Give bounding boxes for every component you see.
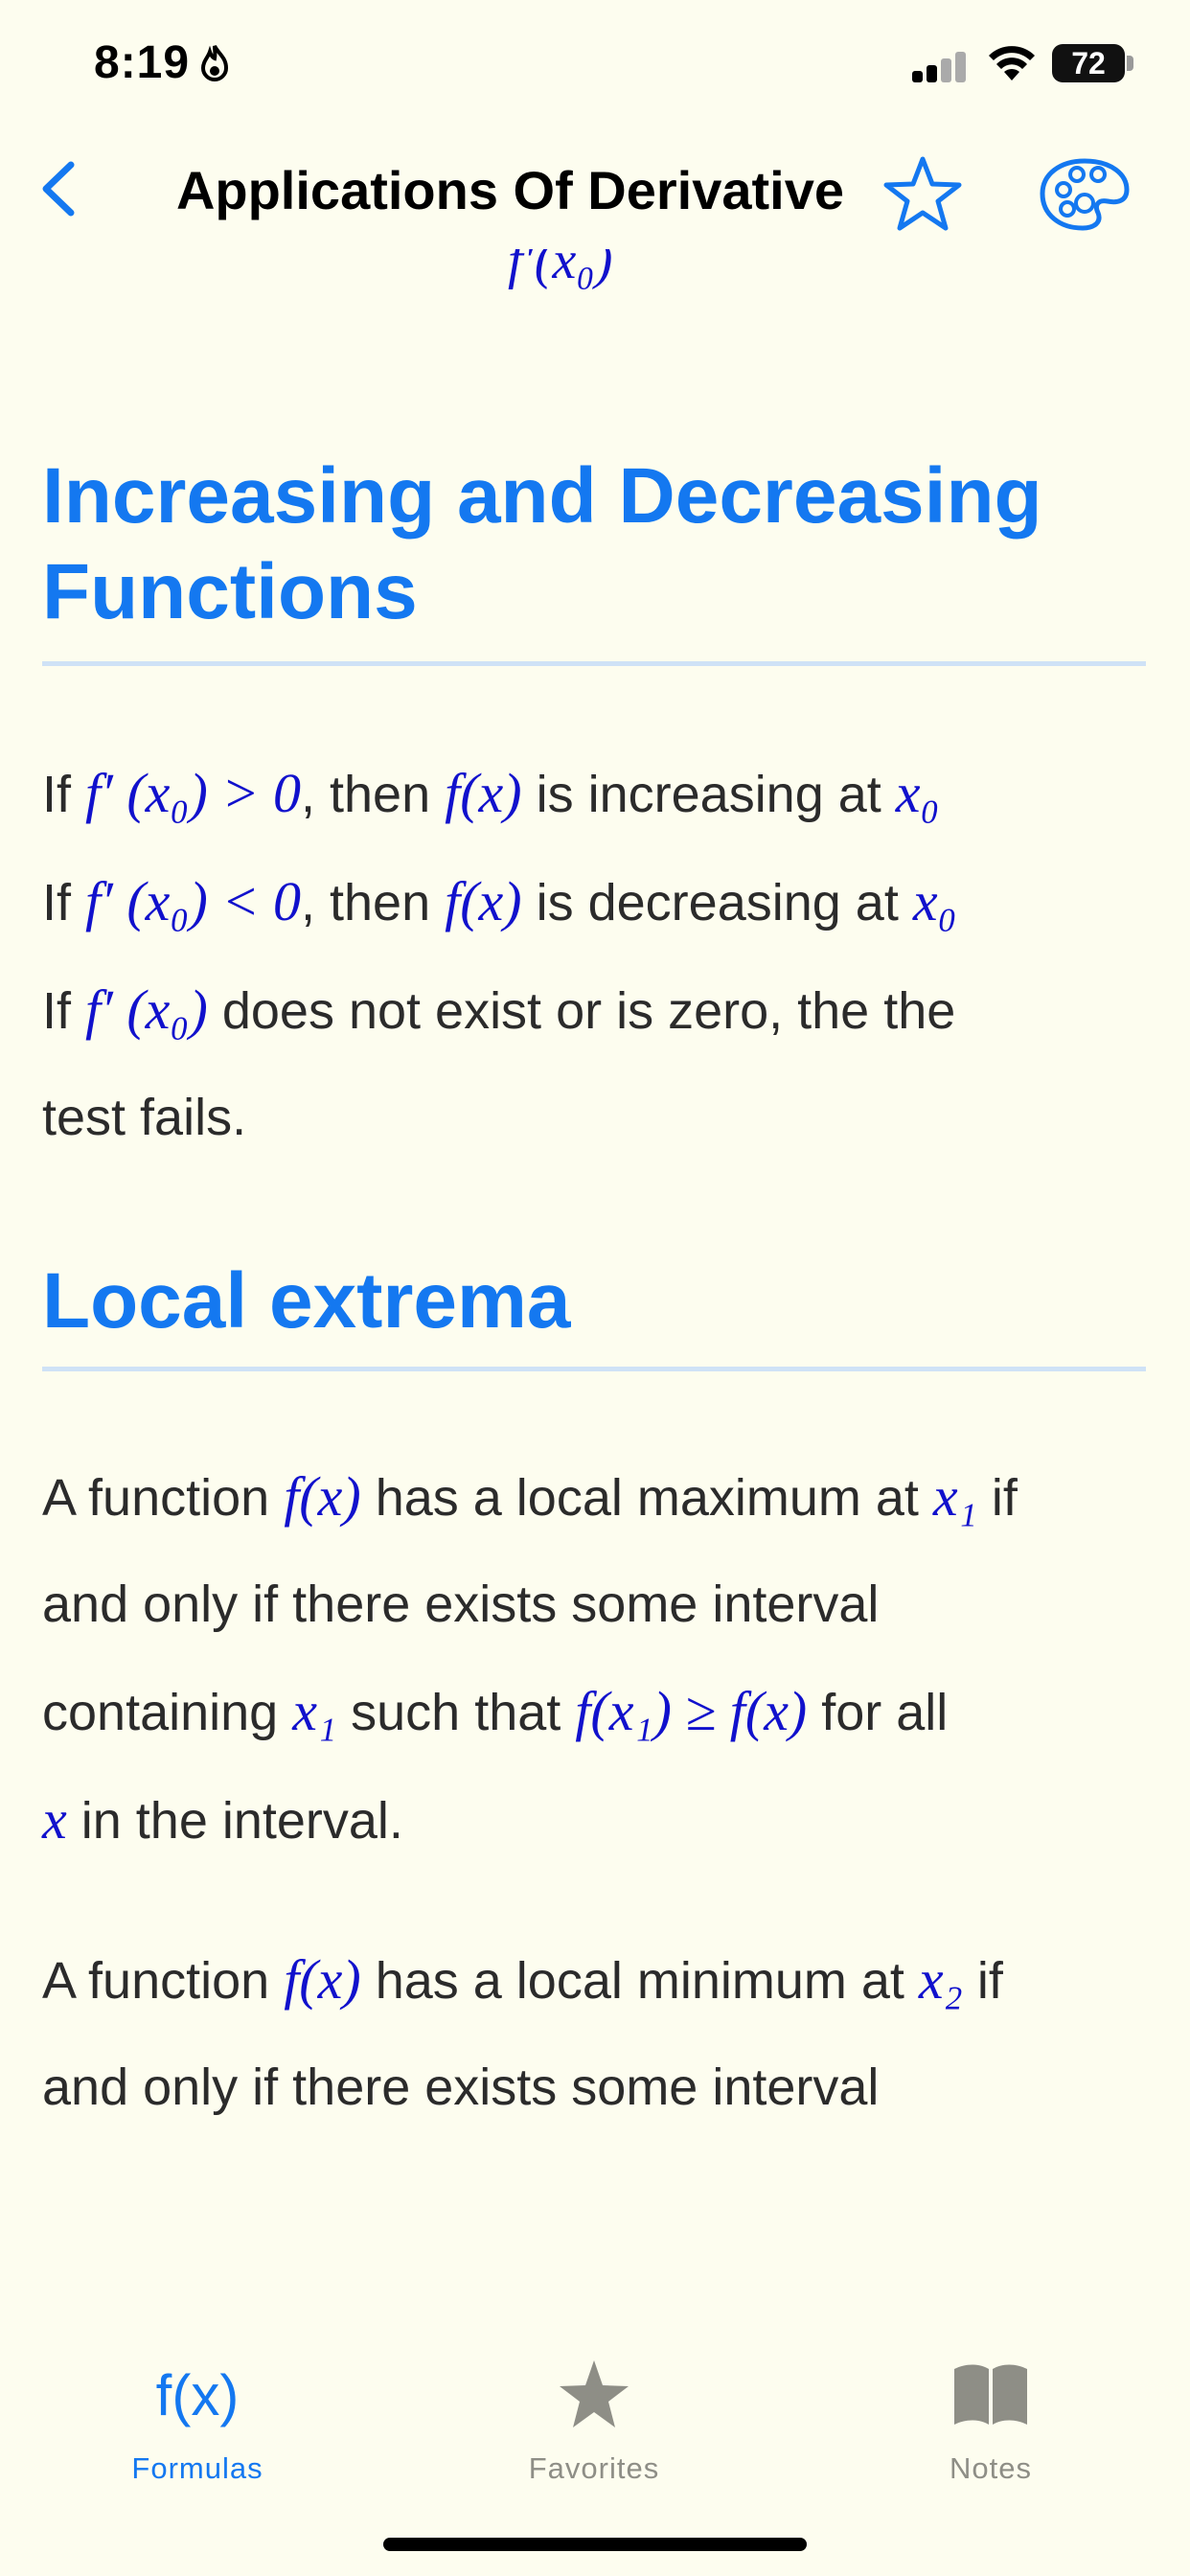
math-expression: f(x)	[284, 1465, 361, 1528]
math-expression: x₀	[895, 762, 940, 824]
text: containing	[42, 1684, 293, 1741]
text: , then	[301, 874, 446, 932]
heading-line: Functions	[42, 548, 418, 635]
tab-label: Formulas	[131, 2451, 263, 2485]
function-icon-glyph: f(x)	[155, 2362, 240, 2427]
tab-formulas[interactable]: f(x) Formulas	[54, 2352, 341, 2486]
math-expression: f(x)	[445, 762, 522, 824]
math-expression: f(x)	[284, 1948, 361, 2011]
text: If	[42, 766, 86, 823]
rule-line-increasing: If f′ (x₀) > 0, then f(x) is increasing …	[42, 740, 1154, 848]
paragraph-line: and only if there exists some interval	[42, 2058, 880, 2116]
increasing-rules: If f′ (x₀) > 0, then f(x) is increasing …	[42, 740, 1154, 1171]
status-bar: 8:19 72	[0, 0, 1190, 134]
star-icon	[450, 2352, 738, 2438]
text: has a local maximum at	[360, 1469, 933, 1527]
text: test fails.	[42, 1089, 247, 1146]
heading-line: Increasing and Decreasing	[42, 452, 1042, 540]
favorite-button[interactable]	[880, 151, 966, 238]
math-expression: f′ (x₀) > 0	[85, 762, 301, 824]
text: If	[42, 982, 86, 1040]
section-divider	[42, 661, 1146, 666]
local-maximum-paragraph: A function f(x) has a local maximum at x…	[42, 1443, 1154, 1874]
paragraph-line: x in the interval.	[42, 1766, 1154, 1874]
formula-content[interactable]: f′(x₀) Increasing and Decreasing Functio…	[0, 249, 1190, 2166]
math-expression: x	[42, 1788, 67, 1851]
math-expression: x₁	[932, 1465, 977, 1528]
paragraph-line: and only if there exists some interval	[42, 1576, 880, 1633]
flame-icon	[199, 44, 230, 92]
book-icon	[847, 2352, 1134, 2438]
tab-label: Notes	[950, 2451, 1032, 2485]
math-expression: f(x)	[445, 870, 522, 932]
cellular-signal-icon	[912, 50, 968, 82]
text: A function	[42, 1952, 285, 2010]
tab-notes[interactable]: Notes	[847, 2352, 1134, 2486]
rule-line-fails: If f′ (x₀) does not exist or is zero, th…	[42, 956, 1154, 1065]
local-minimum-paragraph: A function f(x) has a local minimum at x…	[42, 1926, 1154, 2141]
text: does not exist or is zero, the the	[207, 982, 956, 1040]
section-heading-local-extrema: Local extrema	[42, 1257, 571, 1345]
home-indicator[interactable]	[383, 2538, 807, 2551]
battery-tip	[1127, 56, 1133, 71]
math-expression: f′ (x₀)	[85, 978, 208, 1041]
section-heading-increasing: Increasing and Decreasing Functions	[42, 448, 1042, 640]
text: is increasing at	[521, 766, 896, 823]
tab-bar: f(x) Formulas Favorites Notes	[0, 2300, 1190, 2576]
text: has a local minimum at	[360, 1952, 919, 2010]
theme-palette-button[interactable]	[1039, 155, 1131, 232]
function-icon: f(x)	[54, 2352, 341, 2438]
text: for all	[807, 1684, 949, 1741]
text: A function	[42, 1469, 285, 1527]
partial-formula-text: f′(x₀)	[508, 249, 613, 290]
text: is decreasing at	[521, 874, 913, 932]
paragraph-line: A function f(x) has a local minimum at x…	[42, 1926, 1154, 2035]
battery-indicator: 72	[1052, 44, 1125, 82]
text: if	[976, 1469, 1018, 1527]
text: such that	[336, 1684, 576, 1741]
paragraph-line: A function f(x) has a local maximum at x…	[42, 1443, 1154, 1552]
page-title: Applications Of Derivative	[175, 160, 845, 220]
paragraph-line: containing x₁ such that f(x₁) ≥ f(x) for…	[42, 1658, 1154, 1766]
status-time: 8:19	[94, 37, 191, 88]
math-expression: x₁	[292, 1680, 337, 1742]
rule-line-decreasing: If f′ (x₀) < 0, then f(x) is decreasing …	[42, 848, 1154, 956]
navigation-bar: Applications Of Derivative	[0, 134, 1190, 249]
tab-favorites[interactable]: Favorites	[450, 2352, 738, 2486]
content-clip-edge	[0, 2156, 1190, 2166]
math-expression: f′ (x₀) < 0	[85, 870, 301, 932]
text: in the interval.	[66, 1792, 403, 1850]
palette-icon	[1040, 158, 1130, 231]
wifi-icon	[987, 42, 1037, 82]
star-outline-icon	[883, 156, 962, 231]
section-divider	[42, 1367, 1146, 1371]
math-expression: x₀	[912, 870, 957, 932]
partial-formula: f′(x₀)	[508, 249, 612, 291]
math-expression: f(x₁) ≥ f(x)	[575, 1680, 808, 1742]
tab-label: Favorites	[528, 2451, 660, 2485]
rule-line-fails-cont: test fails.	[42, 1065, 1154, 1171]
text: If	[42, 874, 86, 932]
math-expression: x₂	[918, 1948, 963, 2011]
text: , then	[301, 766, 446, 823]
text: if	[962, 1952, 1003, 2010]
